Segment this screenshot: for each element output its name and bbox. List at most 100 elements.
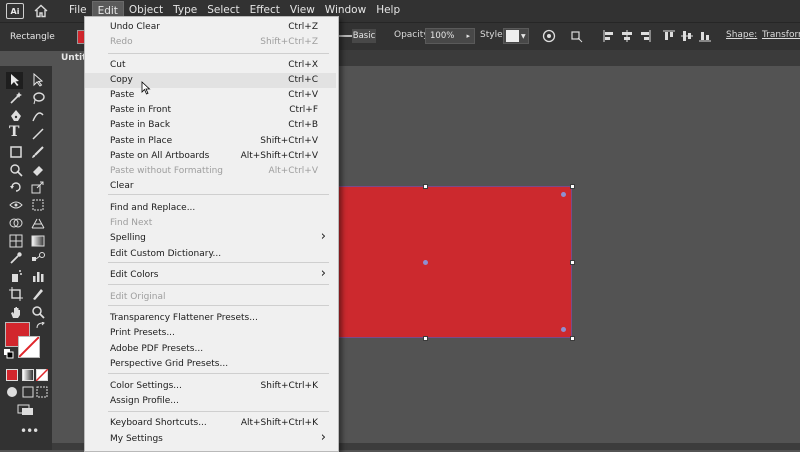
menu-item-label: Adobe PDF Presets... [110, 344, 204, 354]
recolor-artwork-icon[interactable] [542, 29, 556, 43]
menu-item-shortcut: Shift+Ctrl+K [260, 381, 318, 391]
magic-wand-tool-icon[interactable] [9, 91, 23, 105]
bounding-box-handle[interactable] [570, 260, 575, 265]
direct-selection-tool-icon[interactable] [31, 73, 45, 87]
gradient-tool-icon[interactable] [31, 234, 45, 248]
type-tool-icon[interactable]: T [9, 124, 23, 140]
scale-tool-icon[interactable] [31, 180, 45, 194]
menu-item-label: Paste in Front [110, 105, 171, 115]
mesh-tool-icon[interactable] [9, 234, 23, 248]
hand-tool-icon[interactable] [9, 305, 23, 319]
menu-item-paste-in-place[interactable]: Paste in Place Shift+Ctrl+V [85, 134, 336, 149]
menu-item-paste-without-formatting: Paste without Formatting Alt+Ctrl+V [85, 164, 336, 179]
zoom-tool-icon[interactable] [31, 305, 45, 319]
curvature-tool-icon[interactable] [31, 109, 45, 123]
menu-separator [108, 262, 329, 263]
menu-item-label: Paste in Place [110, 136, 173, 146]
menu-item-label: Find and Replace... [110, 203, 196, 213]
menu-item-my-settings[interactable]: My Settings › [85, 430, 336, 447]
rectangle-tool-icon[interactable] [9, 145, 23, 159]
menu-item-paste-on-all-artboards[interactable]: Paste on All Artboards Alt+Shift+Ctrl+V [85, 149, 336, 164]
shaper-tool-icon[interactable] [9, 163, 23, 177]
draw-behind-icon[interactable] [22, 386, 34, 398]
menu-item-copy[interactable]: Copy Ctrl+C [85, 73, 336, 88]
selection-tool-icon[interactable] [8, 73, 22, 87]
shape-builder-tool-icon[interactable] [9, 216, 23, 230]
menu-item-edit-colors[interactable]: Edit Colors › [85, 266, 336, 283]
free-transform-tool-icon[interactable] [31, 198, 45, 212]
eraser-tool-icon[interactable] [31, 163, 45, 177]
selection-type-label: Rectangle [10, 32, 55, 42]
artboard-tool-icon[interactable] [9, 287, 23, 301]
blend-tool-icon[interactable] [31, 251, 45, 265]
menu-item-find-next: Find Next [85, 216, 336, 231]
pen-tool-icon[interactable] [9, 109, 23, 123]
transform-link[interactable]: Transform [762, 30, 800, 40]
bounding-box-handle[interactable] [423, 336, 428, 341]
shape-link[interactable]: Shape: [726, 30, 757, 40]
menu-item-paste[interactable]: Paste Ctrl+V [85, 88, 336, 103]
none-mode-icon[interactable] [36, 369, 48, 381]
chevron-right-icon: ▸ [466, 32, 470, 40]
menu-item-paste-in-front[interactable]: Paste in Front Ctrl+F [85, 103, 336, 118]
stroke-color-box[interactable] [18, 336, 40, 358]
align-bottom-icon[interactable] [698, 29, 712, 43]
align-middle-icon[interactable] [680, 29, 694, 43]
lasso-tool-icon[interactable] [31, 91, 45, 105]
draw-normal-icon[interactable] [6, 386, 18, 398]
align-left-icon[interactable] [602, 29, 616, 43]
bounding-box-handle[interactable] [570, 184, 575, 189]
draw-inside-icon[interactable] [36, 386, 48, 398]
corner-widget[interactable] [561, 192, 566, 197]
menu-item-adobe-pdf-presets[interactable]: Adobe PDF Presets... [85, 342, 336, 357]
menu-item-assign-profile[interactable]: Assign Profile... [85, 394, 336, 409]
menu-item-perspective-grid-presets[interactable]: Perspective Grid Presets... [85, 357, 336, 372]
menu-item-color-settings[interactable]: Color Settings... Shift+Ctrl+K [85, 379, 336, 394]
stroke-style-field[interactable]: Basic [352, 29, 376, 43]
menu-item-print-presets[interactable]: Print Presets... [85, 326, 336, 341]
align-right-icon[interactable] [638, 29, 652, 43]
align-center-icon[interactable] [620, 29, 634, 43]
document-tab[interactable]: Untitl [54, 50, 90, 66]
graphic-style-picker[interactable]: ▼ [503, 28, 529, 44]
menu-item-shortcut: Alt+Ctrl+V [268, 166, 318, 176]
width-tool-icon[interactable] [9, 198, 23, 212]
color-mode-icon[interactable] [6, 369, 18, 381]
menu-item-spelling[interactable]: Spelling › [85, 229, 336, 246]
more-tools-icon[interactable]: ••• [20, 424, 39, 438]
rotate-tool-icon[interactable] [9, 180, 23, 194]
bounding-box-handle[interactable] [570, 336, 575, 341]
menu-item-paste-in-back[interactable]: Paste in Back Ctrl+B [85, 118, 336, 133]
menu-item-undo-clear[interactable]: Undo Clear Ctrl+Z [85, 20, 336, 35]
menu-item-cut[interactable]: Cut Ctrl+X [85, 58, 336, 73]
menu-item-label: Edit Colors [110, 270, 159, 280]
home-icon[interactable] [34, 4, 48, 18]
menu-item-edit-custom-dictionary[interactable]: Edit Custom Dictionary... [85, 247, 336, 262]
selected-rectangle[interactable] [336, 186, 572, 338]
menu-item-find-and-replace[interactable]: Find and Replace... [85, 201, 336, 216]
align-to-icon[interactable] [570, 29, 584, 43]
menu-separator [108, 53, 329, 54]
menu-separator [108, 305, 329, 306]
submenu-arrow-icon: › [320, 266, 326, 281]
perspective-grid-tool-icon[interactable] [31, 216, 45, 230]
eyedropper-tool-icon[interactable] [9, 251, 23, 265]
menu-help[interactable]: Help [371, 1, 405, 19]
bounding-box-handle[interactable] [423, 184, 428, 189]
align-top-icon[interactable] [662, 29, 676, 43]
opacity-field[interactable]: 100% ▸ [425, 28, 475, 44]
symbol-sprayer-tool-icon[interactable] [9, 269, 23, 283]
paintbrush-tool-icon[interactable] [31, 145, 45, 159]
menu-item-shortcut: Alt+Shift+Ctrl+V [240, 151, 318, 161]
menu-item-transparency-flattener-presets[interactable]: Transparency Flattener Presets... [85, 311, 336, 326]
swap-colors-icon[interactable] [36, 322, 46, 332]
screen-mode-icon[interactable] [17, 404, 35, 416]
gradient-mode-icon[interactable] [22, 369, 34, 381]
line-tool-icon[interactable] [31, 127, 45, 141]
menu-item-clear[interactable]: Clear [85, 179, 336, 194]
corner-widget[interactable] [561, 327, 566, 332]
menu-item-keyboard-shortcuts[interactable]: Keyboard Shortcuts... Alt+Shift+Ctrl+K [85, 416, 336, 431]
column-graph-tool-icon[interactable] [31, 269, 45, 283]
slice-tool-icon[interactable] [31, 287, 45, 301]
default-colors-icon[interactable] [4, 349, 14, 359]
